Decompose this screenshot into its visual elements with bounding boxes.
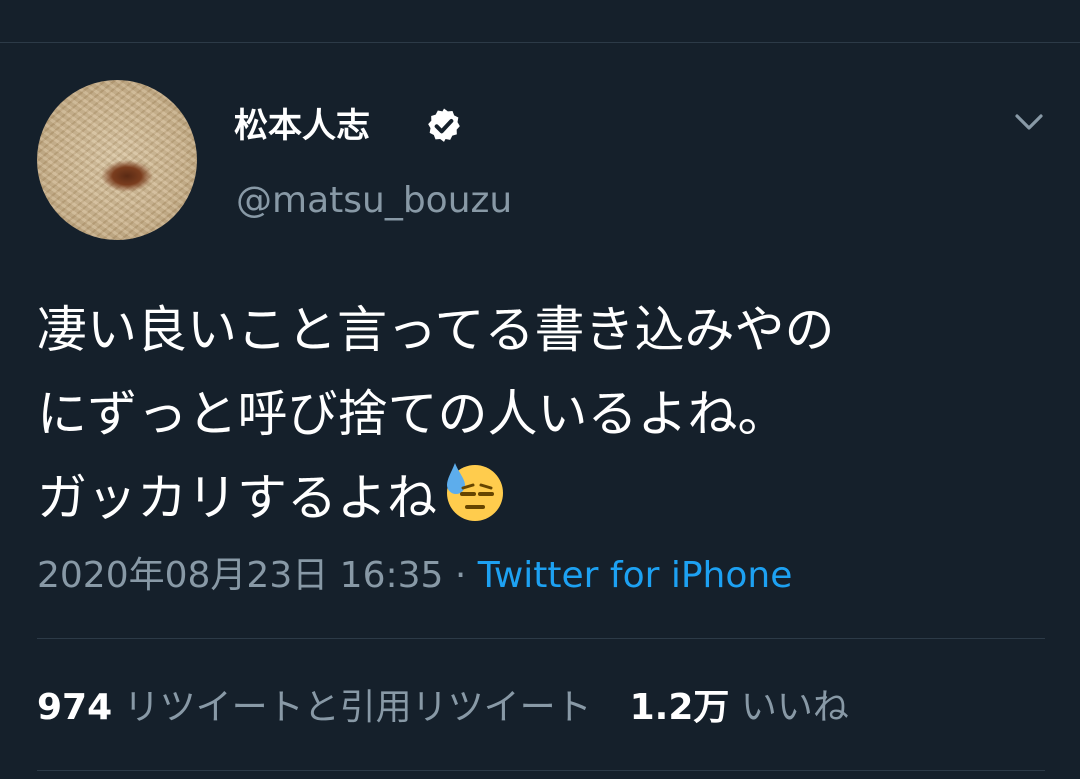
likes-label: いいね: [740, 687, 849, 728]
downcast-face-with-sweat-icon: [447, 463, 503, 521]
likes-count: 1.2万: [629, 687, 730, 728]
meta-separator: ·: [454, 555, 467, 596]
retweets-count: 974: [37, 687, 113, 728]
tweet-timestamp[interactable]: 2020年08月23日 16:35: [37, 555, 443, 596]
author-display-name[interactable]: 松本人志: [234, 104, 370, 148]
tweet-text-line-last: ガッカリするよね: [37, 456, 1057, 540]
bottom-divider: [37, 770, 1045, 771]
top-divider: [0, 42, 1080, 43]
stats-divider: [37, 638, 1045, 639]
tweet-meta: 2020年08月23日 16:35 · Twitter for iPhone: [37, 552, 792, 600]
tweet-text: 凄い良いこと言ってる書き込みやの にずっと呼び捨ての人いるよね。 ガッカリするよ…: [37, 288, 1057, 540]
tweet-stats: 974 リツイートと引用リツイート 1.2万 いいね: [37, 684, 849, 732]
tweet-text-line: にずっと呼び捨ての人いるよね。: [37, 385, 788, 443]
retweets-stat[interactable]: 974 リツイートと引用リツイート: [37, 687, 592, 728]
tweet-text-line: 凄い良いこと言ってる書き込みやの: [37, 301, 835, 359]
chevron-down-icon[interactable]: [1012, 108, 1046, 136]
retweets-label: リツイートと引用リツイート: [123, 687, 592, 728]
avatar[interactable]: [37, 80, 197, 240]
likes-stat[interactable]: 1.2万 いいね: [630, 687, 849, 728]
tweet-source-link[interactable]: Twitter for iPhone: [478, 555, 793, 596]
verified-badge-icon: [428, 108, 460, 142]
author-handle[interactable]: @matsu_bouzu: [236, 178, 512, 224]
tweet-text-line: ガッカリするよね: [37, 469, 437, 527]
tweet-detail-view: 松本人志 @matsu_bouzu 凄い良いこと言ってる書き込みやの にずっと呼…: [0, 0, 1080, 779]
